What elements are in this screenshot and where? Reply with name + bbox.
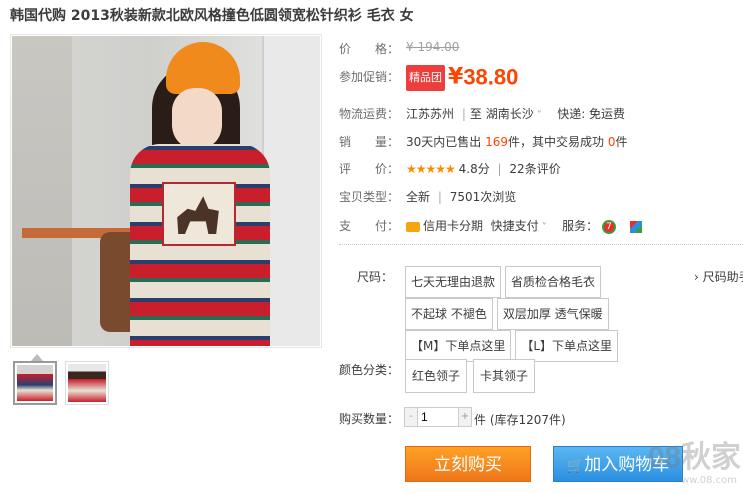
currency-symbol: ¥ bbox=[448, 64, 464, 90]
promo-row: 参加促销： 精品团 ¥38.80 bbox=[339, 64, 518, 91]
sales-label: 销 量： bbox=[339, 135, 400, 149]
increment-button[interactable]: + bbox=[459, 408, 471, 426]
review-count-link[interactable]: 22条评价 bbox=[509, 162, 560, 176]
seven-day-return-icon[interactable]: 7 bbox=[601, 219, 616, 234]
promo-label: 参加促销： bbox=[339, 70, 400, 84]
orange-hat-image bbox=[166, 42, 240, 94]
promo-badge: 精品团 bbox=[406, 64, 445, 91]
color-label: 颜色分类： bbox=[339, 363, 400, 377]
color-option-khaki[interactable]: 卡其领子 bbox=[473, 359, 536, 393]
item-condition: 全新 bbox=[406, 190, 431, 204]
color-options: 红色领子 卡其领子 bbox=[405, 359, 539, 393]
size-option-4[interactable]: 双层加厚 透气保暖 bbox=[496, 298, 609, 330]
payment-label: 支 付： bbox=[339, 219, 400, 233]
rating-row: 评 价： ★★★★★ 4.8分 | 22条评价 bbox=[339, 162, 561, 176]
main-product-image[interactable] bbox=[10, 34, 322, 348]
model-photo bbox=[12, 36, 320, 346]
credit-card-icon bbox=[406, 221, 420, 232]
stock-text: 件 (库存1207件) bbox=[474, 413, 566, 427]
original-price: ¥ 194.00 bbox=[406, 40, 460, 54]
ship-from: 江苏苏州 bbox=[406, 107, 455, 121]
thumbnail-2[interactable] bbox=[65, 361, 109, 405]
size-option-2[interactable]: 省质检合格毛衣 bbox=[505, 266, 602, 298]
view-count: 7501次浏览 bbox=[449, 190, 517, 204]
divider bbox=[339, 244, 743, 245]
size-helper-link[interactable]: › 尺码助手 bbox=[694, 268, 743, 285]
success-count: 0 bbox=[607, 135, 616, 149]
payment-row: 支 付： 信用卡分期 快捷支付 ˅ 服务： 7 bbox=[339, 217, 642, 234]
decrement-button[interactable]: - bbox=[405, 408, 417, 426]
ship-to-select[interactable]: 湖南长沙 bbox=[486, 107, 534, 121]
color-option-red[interactable]: 红色领子 bbox=[405, 359, 468, 393]
quick-pay-select[interactable]: 快捷支付 bbox=[491, 219, 539, 233]
shipping-row: 物流运费： 江苏苏州 | 至 湖南长沙 ˅ 快递: 免运费 bbox=[339, 107, 626, 121]
size-option-l[interactable]: 【L】下单点这里 bbox=[515, 330, 619, 362]
installment-link[interactable]: 信用卡分期 bbox=[423, 219, 483, 233]
type-label: 宝贝类型： bbox=[339, 190, 400, 204]
sales-row: 销 量： 30天内已售出 169件，其中交易成功 0件 bbox=[339, 135, 628, 149]
shipping-label: 物流运费： bbox=[339, 107, 400, 121]
product-title: 韩国代购 2013秋装新款北欧风格撞色低圆领宽松针织衫 毛衣 女 bbox=[10, 8, 414, 24]
thumbnail-pointer bbox=[31, 354, 43, 361]
delivery-fee: 快递: 免运费 bbox=[557, 107, 626, 121]
type-row: 宝贝类型： 全新 | 7501次浏览 bbox=[339, 190, 517, 204]
watermark-logo: 08秋家 bbox=[647, 441, 741, 474]
chevron-down-icon[interactable]: ˅ bbox=[534, 110, 542, 121]
size-option-1[interactable]: 七天无理由退款 bbox=[405, 266, 502, 298]
size-label: 尺码： bbox=[356, 270, 393, 284]
rating-label: 评 价： bbox=[339, 162, 400, 176]
price-row: 价 格： ¥ 194.00 bbox=[339, 40, 459, 57]
quantity-stepper: - + bbox=[404, 407, 472, 427]
promo-price: 38.80 bbox=[463, 64, 519, 90]
buy-now-button[interactable]: 立刻购买 bbox=[405, 446, 531, 482]
rating-stars-icon: ★★★★★ bbox=[406, 162, 456, 176]
size-option-m[interactable]: 【M】下单点这里 bbox=[405, 330, 512, 362]
watermark-url: ww.08.com bbox=[681, 475, 737, 486]
price-label: 价 格： bbox=[339, 42, 400, 56]
sold-count: 169 bbox=[485, 135, 509, 149]
thumbnail-1[interactable] bbox=[13, 361, 57, 405]
rating-score: 4.8分 bbox=[458, 162, 490, 176]
size-options: 七天无理由退款 省质检合格毛衣 不起球 不褪色 双层加厚 透气保暖 【M】下单点这里… bbox=[405, 266, 695, 362]
service-label: 服务： bbox=[562, 219, 599, 233]
cart-icon: 🛒 bbox=[566, 458, 585, 474]
quantity-input[interactable] bbox=[417, 408, 459, 426]
chevron-down-icon[interactable]: ˅ bbox=[539, 222, 547, 233]
size-option-3[interactable]: 不起球 不褪色 bbox=[405, 298, 493, 330]
quantity-label: 购买数量： bbox=[339, 412, 400, 426]
quality-check-icon[interactable] bbox=[629, 220, 642, 233]
